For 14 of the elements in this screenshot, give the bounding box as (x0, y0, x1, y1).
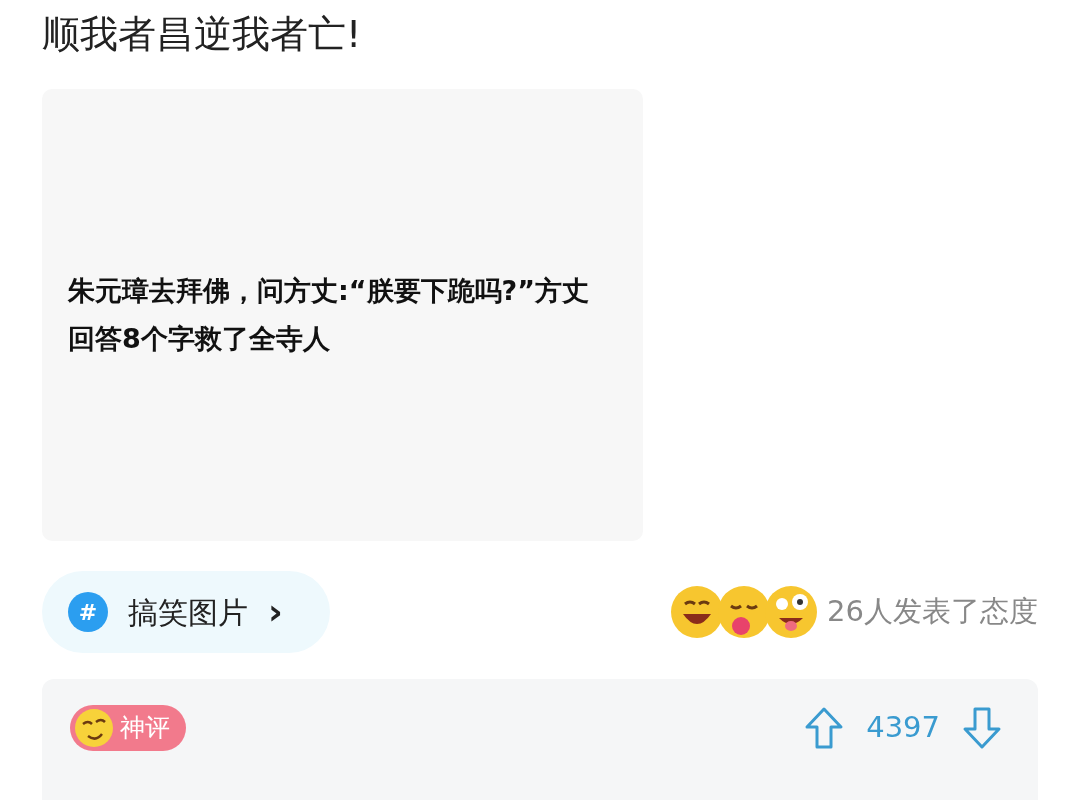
reaction-count: 26人发表了态度 (827, 593, 1038, 631)
hash-icon: # (68, 592, 108, 632)
emoji-reactions-icon (669, 584, 820, 640)
topic-label: 搞笑图片 (128, 593, 248, 632)
article-image[interactable]: 朱元璋去拜佛，问方丈:“朕要下跪吗?”方丈回答8个字救了全寺人 (42, 89, 643, 541)
downvote-icon[interactable] (962, 706, 1002, 750)
topic-tag[interactable]: # 搞笑图片 › (42, 571, 330, 653)
upvote-icon[interactable] (804, 706, 845, 750)
chevron-icon: › (268, 594, 283, 630)
vote-count: 4397 (866, 709, 940, 747)
emoji-icon (74, 708, 114, 748)
image-caption: 朱元璋去拜佛，问方丈:“朕要下跪吗?”方丈回答8个字救了全寺人 (68, 274, 590, 356)
badge-label: 神评 (120, 712, 170, 745)
post-title: 顺我者昌逆我者亡! (42, 11, 363, 58)
